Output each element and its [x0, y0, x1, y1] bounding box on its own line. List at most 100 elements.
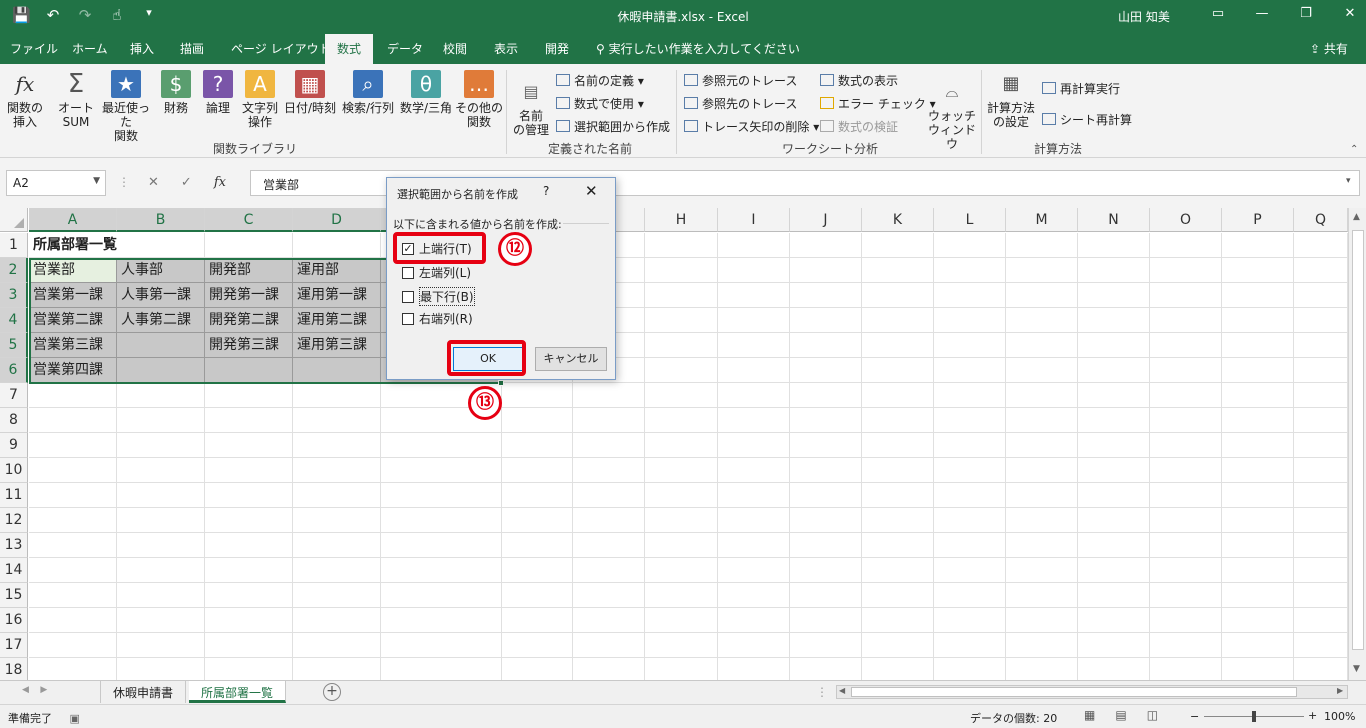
cell-b10[interactable] — [117, 458, 205, 483]
cell-k2[interactable] — [862, 258, 934, 283]
cell-a1[interactable]: 所属部署一覧 — [29, 233, 117, 258]
cell-a13[interactable] — [29, 533, 117, 558]
cell-d6[interactable] — [293, 358, 381, 383]
cell-n6[interactable] — [1078, 358, 1150, 383]
user-name[interactable]: 山田 知美 — [1118, 8, 1170, 25]
tab-draw[interactable]: 描画 — [180, 40, 204, 57]
cell-n10[interactable] — [1078, 458, 1150, 483]
cell-l1[interactable] — [934, 233, 1006, 258]
scroll-thumb[interactable] — [851, 687, 1297, 697]
cell-j7[interactable] — [790, 383, 862, 408]
cell-c13[interactable] — [205, 533, 293, 558]
tab-view[interactable]: 表示 — [494, 40, 518, 57]
trace-precedents-button[interactable]: 参照元のトレース — [684, 72, 797, 89]
cell-g14[interactable] — [573, 558, 645, 583]
cell-m10[interactable] — [1006, 458, 1078, 483]
cell-j12[interactable] — [790, 508, 862, 533]
cell-e13[interactable] — [381, 533, 502, 558]
cell-g9[interactable] — [573, 433, 645, 458]
cell-l6[interactable] — [934, 358, 1006, 383]
cell-q15[interactable] — [1294, 583, 1348, 608]
cell-q10[interactable] — [1294, 458, 1348, 483]
row-header-15[interactable]: 15 — [0, 583, 28, 608]
cell-d1[interactable] — [293, 233, 381, 258]
cell-n12[interactable] — [1078, 508, 1150, 533]
cell-a14[interactable] — [29, 558, 117, 583]
cell-p13[interactable] — [1222, 533, 1294, 558]
cell-j16[interactable] — [790, 608, 862, 633]
cell-q8[interactable] — [1294, 408, 1348, 433]
tab-split-icon[interactable]: ⋮ — [816, 685, 828, 699]
cell-k14[interactable] — [862, 558, 934, 583]
cell-b17[interactable] — [117, 633, 205, 658]
top-row-checkbox[interactable]: ✓ 上端行(T) — [402, 240, 472, 257]
tab-data[interactable]: データ — [387, 40, 423, 57]
row-header-5[interactable]: 5 — [0, 333, 28, 358]
name-manager-button[interactable]: ▤ 名前 の管理 — [510, 78, 552, 137]
row-header-3[interactable]: 3 — [0, 283, 28, 308]
cell-p7[interactable] — [1222, 383, 1294, 408]
cell-l14[interactable] — [934, 558, 1006, 583]
cell-k3[interactable] — [862, 283, 934, 308]
cell-g17[interactable] — [573, 633, 645, 658]
cell-m13[interactable] — [1006, 533, 1078, 558]
cell-d13[interactable] — [293, 533, 381, 558]
row-header-16[interactable]: 16 — [0, 608, 28, 633]
cell-l17[interactable] — [934, 633, 1006, 658]
cell-e16[interactable] — [381, 608, 502, 633]
cell-h17[interactable] — [645, 633, 718, 658]
cell-a15[interactable] — [29, 583, 117, 608]
math-button[interactable]: θ 数学/三角 — [398, 70, 454, 115]
cell-p10[interactable] — [1222, 458, 1294, 483]
cell-h9[interactable] — [645, 433, 718, 458]
cell-q6[interactable] — [1294, 358, 1348, 383]
cell-n15[interactable] — [1078, 583, 1150, 608]
cell-a7[interactable] — [29, 383, 117, 408]
cell-b14[interactable] — [117, 558, 205, 583]
page-layout-view-icon[interactable]: ▤ — [1115, 708, 1126, 722]
cell-g13[interactable] — [573, 533, 645, 558]
logical-button[interactable]: ? 論理 — [200, 70, 236, 115]
cell-p9[interactable] — [1222, 433, 1294, 458]
cell-j6[interactable] — [790, 358, 862, 383]
cell-m4[interactable] — [1006, 308, 1078, 333]
cell-i8[interactable] — [718, 408, 790, 433]
cell-k1[interactable] — [862, 233, 934, 258]
cell-h15[interactable] — [645, 583, 718, 608]
row-header-8[interactable]: 8 — [0, 408, 28, 433]
cell-q5[interactable] — [1294, 333, 1348, 358]
cell-c3[interactable]: 開発第一課 — [205, 283, 293, 308]
insert-function-button[interactable]: fx 関数の 挿入 — [4, 70, 46, 129]
cell-f7[interactable] — [502, 383, 573, 408]
cell-o1[interactable] — [1150, 233, 1222, 258]
create-from-selection-button[interactable]: 選択範囲から作成 — [556, 118, 670, 135]
cell-j1[interactable] — [790, 233, 862, 258]
cell-i16[interactable] — [718, 608, 790, 633]
cell-h5[interactable] — [645, 333, 718, 358]
cell-b8[interactable] — [117, 408, 205, 433]
worksheet-grid[interactable]: ABCDEFGHIJKLMNOPQ 1234567891011121314151… — [0, 208, 1366, 683]
cell-b15[interactable] — [117, 583, 205, 608]
cell-m8[interactable] — [1006, 408, 1078, 433]
column-header-a[interactable]: A — [29, 208, 117, 232]
cell-o3[interactable] — [1150, 283, 1222, 308]
cell-q12[interactable] — [1294, 508, 1348, 533]
cell-f15[interactable] — [502, 583, 573, 608]
cell-i17[interactable] — [718, 633, 790, 658]
cell-b2[interactable]: 人事部 — [117, 258, 205, 283]
cell-o17[interactable] — [1150, 633, 1222, 658]
cell-q14[interactable] — [1294, 558, 1348, 583]
cell-f13[interactable] — [502, 533, 573, 558]
add-sheet-icon[interactable]: + — [323, 683, 341, 701]
cell-a17[interactable] — [29, 633, 117, 658]
cell-k6[interactable] — [862, 358, 934, 383]
cell-q11[interactable] — [1294, 483, 1348, 508]
cell-o16[interactable] — [1150, 608, 1222, 633]
cell-h16[interactable] — [645, 608, 718, 633]
cell-c16[interactable] — [205, 608, 293, 633]
cell-n8[interactable] — [1078, 408, 1150, 433]
cell-b12[interactable] — [117, 508, 205, 533]
cell-d5[interactable]: 運用第三課 — [293, 333, 381, 358]
row-header-1[interactable]: 1 — [0, 233, 28, 258]
cell-b11[interactable] — [117, 483, 205, 508]
